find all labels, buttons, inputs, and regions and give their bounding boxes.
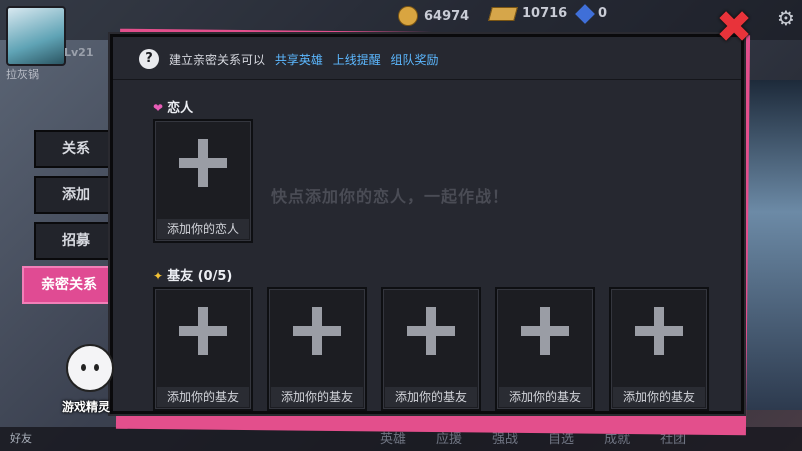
tab-add[interactable]: 添加 <box>34 176 118 214</box>
buddy-slot[interactable]: 添加你的基友 <box>381 287 481 411</box>
plus-icon <box>635 307 683 355</box>
plus-icon <box>521 307 569 355</box>
plus-icon <box>407 307 455 355</box>
fairy-eye <box>94 364 99 371</box>
lover-section-title: ❤ 恋人 <box>153 101 194 116</box>
lover-hint: 快点添加你的恋人，一起作战！ <box>271 187 510 206</box>
tip-text: 建立亲密关系可以 共享英雄 上线提醒 组队奖励 <box>169 51 439 68</box>
close-icon[interactable]: ✖ <box>714 6 754 50</box>
currency-bar: 10716 <box>488 6 568 21</box>
plus-icon <box>293 307 341 355</box>
divider <box>113 79 741 80</box>
avatar[interactable] <box>6 6 66 66</box>
slot-label: 添加你的恋人 <box>157 219 249 239</box>
tab-recruit[interactable]: 招募 <box>34 222 118 260</box>
player-name: 拉灰锅 <box>6 68 39 81</box>
plus-icon <box>179 139 227 187</box>
buddy-slot[interactable]: 添加你的基友 <box>267 287 367 411</box>
currency-gem: 0 <box>575 3 608 24</box>
gear-icon[interactable]: ⚙ <box>776 8 796 28</box>
gem-value: 0 <box>598 6 608 21</box>
gold-bar-icon <box>488 6 518 21</box>
help-icon[interactable]: ? <box>139 49 159 69</box>
lover-slot[interactable]: 添加你的恋人 <box>153 119 253 243</box>
plus-icon <box>179 307 227 355</box>
player-level: Lv21 <box>64 46 94 59</box>
heart-icon: ❤ <box>153 101 164 115</box>
bar-value: 10716 <box>522 6 568 21</box>
friend-label[interactable]: 好友 <box>10 430 32 446</box>
fairy-helper-icon[interactable] <box>66 344 114 392</box>
buddy-slot[interactable]: 添加你的基友 <box>153 287 253 411</box>
slot-label: 添加你的基友 <box>385 387 477 407</box>
tip-link-online-alert[interactable]: 上线提醒 <box>333 53 381 67</box>
gold-value: 64974 <box>424 8 470 24</box>
slot-label: 添加你的基友 <box>271 387 363 407</box>
buddy-icon: ✦ <box>153 269 164 283</box>
currency-gold: 64974 <box>398 6 469 26</box>
gold-coin-icon <box>398 6 418 26</box>
slot-label: 添加你的基友 <box>499 387 591 407</box>
tip-link-share-hero[interactable]: 共享英雄 <box>275 53 323 67</box>
tab-relations[interactable]: 关系 <box>34 130 118 168</box>
slot-label: 添加你的基友 <box>157 387 249 407</box>
fairy-eye <box>81 364 86 371</box>
tip-link-team-reward[interactable]: 组队奖励 <box>391 53 439 67</box>
buddy-slot[interactable]: 添加你的基友 <box>495 287 595 411</box>
gem-icon <box>575 3 595 24</box>
fairy-label[interactable]: 游戏精灵 <box>62 398 110 415</box>
buddy-section-title: ✦ 基友 (0/5) <box>153 269 233 284</box>
slot-label: 添加你的基友 <box>613 387 705 407</box>
intimate-panel: ? 建立亲密关系可以 共享英雄 上线提醒 组队奖励 ❤ 恋人 添加你的恋人 快点添… <box>110 34 744 414</box>
buddy-slot[interactable]: 添加你的基友 <box>609 287 709 411</box>
tip-label: 建立亲密关系可以 <box>169 53 266 67</box>
tab-intimate[interactable]: 亲密关系 <box>22 266 116 304</box>
